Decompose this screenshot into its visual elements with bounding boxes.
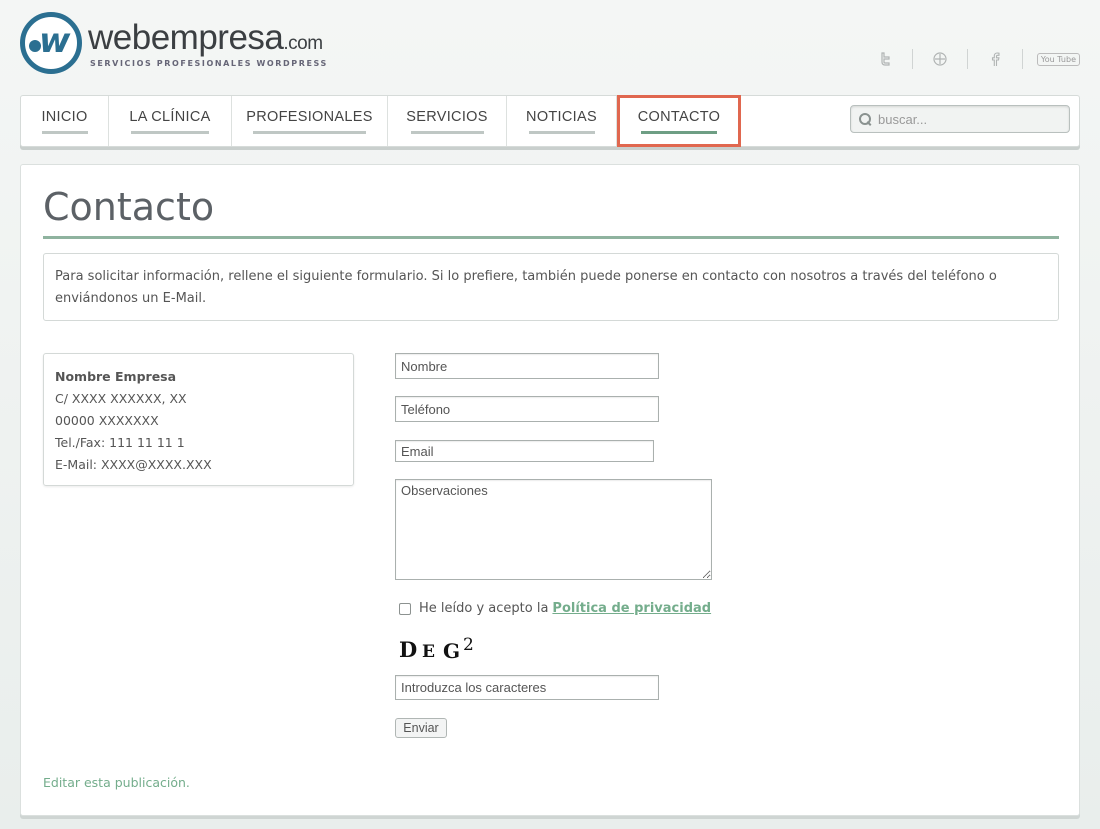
twitter-icon[interactable] (872, 48, 898, 70)
nav-item-profesionales[interactable]: PROFESIONALES (232, 96, 388, 146)
captcha-char: E (422, 642, 435, 662)
youtube-icon[interactable]: You Tube (1036, 52, 1080, 66)
nav-item-servicios[interactable]: SERVICIOS (388, 96, 507, 146)
name-field[interactable] (395, 353, 659, 379)
logo-mark-icon: w (20, 12, 82, 74)
facebook-icon[interactable] (982, 48, 1008, 70)
content-panel: Contacto Para solicitar información, rel… (20, 164, 1080, 816)
main-navigation: INICIO LA CLÍNICA PROFESIONALES SERVICIO… (20, 95, 1080, 147)
submit-button[interactable]: Enviar (395, 718, 447, 738)
logo-wordmark: webempresa.com (88, 18, 323, 57)
phone-field[interactable] (395, 396, 659, 422)
company-city: 00000 XXXXXXX (55, 413, 159, 428)
email-field[interactable] (395, 440, 654, 462)
privacy-policy-link[interactable]: Política de privacidad (552, 601, 711, 616)
captcha-input[interactable] (395, 675, 659, 700)
nav-item-la-clinica[interactable]: LA CLÍNICA (109, 96, 232, 146)
search-icon (859, 113, 871, 125)
company-street: C/ XXXX XXXXXX, XX (55, 391, 187, 406)
notes-field[interactable] (395, 479, 712, 580)
title-divider (43, 236, 1059, 239)
captcha-char: G (443, 639, 461, 663)
captcha-image: D E G 2 (395, 635, 487, 667)
intro-text: Para solicitar información, rellene el s… (43, 253, 1059, 321)
edit-post-link[interactable]: Editar esta publicación. (43, 775, 190, 790)
page-title: Contacto (43, 185, 215, 229)
nav-item-noticias[interactable]: NOTICIAS (507, 96, 617, 146)
company-name: Nombre Empresa (55, 369, 177, 384)
company-phone: Tel./Fax: 111 11 11 1 (55, 435, 185, 450)
privacy-consent: He leído y acepto la Política de privaci… (399, 601, 711, 616)
search-input[interactable] (878, 111, 1058, 127)
nav-item-inicio[interactable]: INICIO (21, 96, 109, 146)
privacy-text: He leído y acepto la (419, 601, 549, 616)
google-plus-icon[interactable] (927, 48, 953, 70)
captcha-char: D (399, 637, 418, 662)
privacy-checkbox[interactable] (399, 602, 411, 615)
company-email: E-Mail: XXXX@XXXX.XXX (55, 457, 212, 472)
address-card: Nombre Empresa C/ XXXX XXXXXX, XX 00000 … (43, 353, 354, 486)
logo-tagline: SERVICIOS PROFESIONALES WORDPRESS (90, 59, 328, 68)
captcha-char: 2 (463, 635, 474, 655)
search-box (850, 105, 1070, 133)
nav-item-contacto[interactable]: CONTACTO (617, 95, 741, 147)
site-logo[interactable]: w webempresa.com SERVICIOS PROFESIONALES… (20, 12, 340, 82)
social-links: You Tube (872, 48, 1080, 70)
